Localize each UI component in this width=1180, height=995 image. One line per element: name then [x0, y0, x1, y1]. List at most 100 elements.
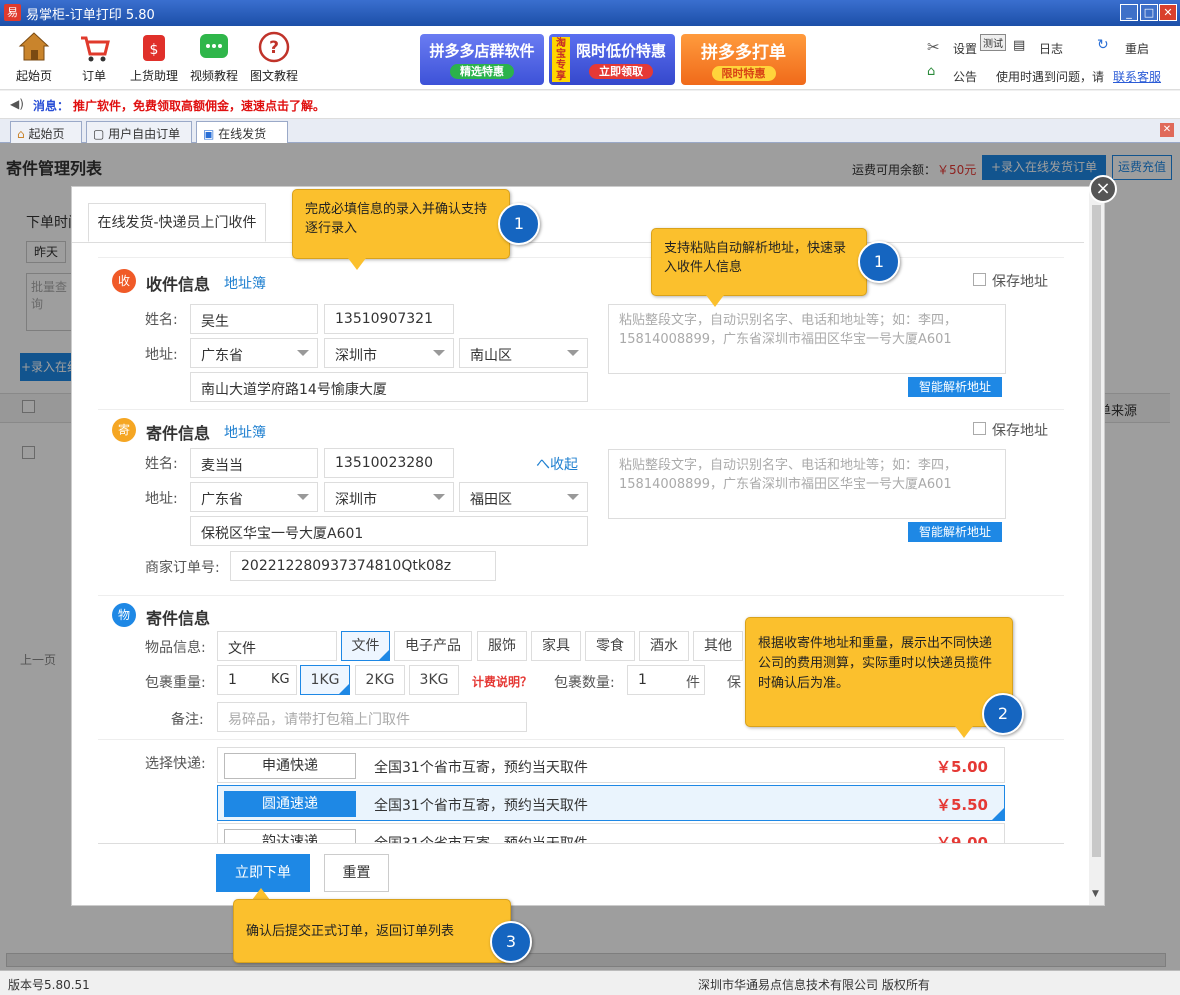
toolbar-video-tutorial[interactable]: 视频教程 — [184, 30, 244, 84]
step-badge: 1 — [858, 241, 900, 283]
divider — [98, 595, 1064, 596]
scroll-down-icon[interactable]: ▼ — [1092, 889, 1099, 899]
contact-support-link[interactable]: 联系客服 — [1113, 68, 1161, 85]
package-badge: 物 — [112, 603, 136, 627]
sender-street-input[interactable]: 保税区华宝一号大厦A601 — [190, 516, 588, 546]
submit-order-button[interactable]: 立即下单 — [216, 854, 310, 892]
sender-collapse-link[interactable]: へ收起 — [536, 454, 578, 474]
close-window-button[interactable]: ✕ — [1159, 4, 1177, 21]
courier-desc: 全国31个省市互寄，预约当天取件 — [374, 760, 588, 776]
weight-chip-1kg[interactable]: 1KG — [300, 665, 350, 695]
recipient-badge: 收 — [112, 269, 136, 293]
item-chip-electronics[interactable]: 电子产品 — [394, 631, 472, 661]
sender-badge: 寄 — [112, 418, 136, 442]
message-text[interactable]: 推广软件，免费领取高额佣金，速速点击了解。 — [73, 97, 325, 114]
item-chip-snacks[interactable]: 零食 — [585, 631, 635, 661]
sender-save-checkbox[interactable] — [973, 422, 986, 435]
status-bar: 版本号5.80.51 深圳市华通易点信息技术有限公司 版权所有 — [0, 970, 1180, 995]
notice-link[interactable]: 公告 — [953, 68, 977, 85]
fee-explanation-link[interactable]: 计费说明？ — [472, 673, 532, 690]
item-chip-clothing[interactable]: 服饰 — [477, 631, 527, 661]
divider — [98, 409, 1064, 410]
item-chip-other[interactable]: 其他 — [693, 631, 743, 661]
modal-tab-courier-pickup[interactable]: 在线发货-快递员上门收件 — [88, 203, 266, 242]
toolbar-orders-label: 订单 — [81, 69, 106, 83]
recipient-city-value: 深圳市 — [335, 348, 377, 364]
toolbar-home[interactable]: 起始页 — [4, 30, 64, 84]
toolbar-orders[interactable]: 订单 — [64, 30, 124, 84]
courier-option-selected[interactable]: 圆通速递 全国31个省市互寄，预约当天取件 ￥5.50 — [217, 785, 1005, 821]
recipient-district-select[interactable]: 南山区 — [459, 338, 588, 368]
toolbar-text-tutorial[interactable]: ? 图文教程 — [244, 30, 304, 84]
banner-pdd-group[interactable]: 拼多多店群软件 精选特惠 — [420, 34, 544, 85]
speaker-icon: ◀) — [10, 97, 24, 111]
restart-link[interactable]: 重启 — [1125, 40, 1149, 57]
title-bar: 易 易掌柜-订单打印 5.80 _ □ ✕ — [0, 0, 1180, 26]
callout-tail — [955, 726, 973, 738]
recipient-district-value: 南山区 — [470, 348, 512, 364]
settings-link[interactable]: 设置 — [953, 40, 977, 57]
scrollbar-thumb[interactable] — [1092, 205, 1101, 857]
callout-paste-parse: 支持粘贴自动解析地址，快速录入收件人信息 — [651, 228, 867, 296]
tab-bar: ⌂ 起始页 ▢ 用户自由订单 ▣ 在线发货 ✕ — [0, 119, 1180, 143]
version-text: 版本号5.80.51 — [8, 978, 90, 992]
sender-address-book-link[interactable]: 地址簿 — [224, 422, 266, 442]
sender-province-select[interactable]: 广东省 — [190, 482, 318, 512]
item-info-label: 物品信息: — [145, 640, 206, 656]
message-label: 消息： — [33, 99, 70, 113]
recipient-address-book-link[interactable]: 地址簿 — [224, 273, 266, 293]
weight-chip-3kg[interactable]: 3KG — [409, 665, 459, 695]
callout-tail — [706, 295, 724, 307]
log-link[interactable]: 日志 — [1039, 40, 1063, 57]
close-modal-button[interactable]: × — [1089, 175, 1117, 203]
remark-input[interactable]: 易碎品，请带打包箱上门取件 — [217, 702, 527, 732]
courier-option[interactable]: 韵达速递 全国31个省市互寄，预约当天取件 ￥9.00 — [217, 823, 1005, 843]
recipient-street-input[interactable]: 南山大道学府路14号愉康大厦 — [190, 372, 588, 402]
banner-taobao-sale[interactable]: 淘宝专享 限时低价特惠 立即领取 — [549, 34, 675, 85]
item-chip-document[interactable]: 文件 — [341, 631, 390, 661]
merchant-order-no-input[interactable]: 202212280937374810Qtk08z — [230, 551, 496, 581]
cart-icon — [77, 30, 111, 64]
step-badge: 1 — [498, 203, 540, 245]
minimize-button[interactable]: _ — [1120, 4, 1138, 21]
recipient-parse-address-button[interactable]: 智能解析地址 — [908, 377, 1002, 397]
recipient-province-select[interactable]: 广东省 — [190, 338, 318, 368]
tab-free-orders-label: 用户自由订单 — [108, 127, 181, 141]
recipient-name-input[interactable]: 吴生 — [190, 304, 318, 334]
item-chip-liquor[interactable]: 酒水 — [639, 631, 689, 661]
sender-name-input[interactable]: 麦当当 — [190, 448, 318, 478]
courier-desc: 全国31个省市互寄，预约当天取件 — [374, 798, 588, 814]
item-info-input[interactable]: 文件 — [217, 631, 337, 661]
recipient-phone-input[interactable]: 13510907321 — [324, 304, 454, 334]
tools-icon: ✂ — [927, 38, 940, 56]
toolbar-upload-assistant-label: 上货助理 — [129, 69, 178, 83]
courier-list: 申通快递 全国31个省市互寄，预约当天取件 ￥5.00 圆通速递 全国31个省市… — [217, 747, 1007, 843]
banner-pdd-print[interactable]: 拼多多打单 限时特惠 — [681, 34, 806, 85]
weight-chip-2kg[interactable]: 2KG — [355, 665, 405, 695]
test-badge[interactable]: 测试 — [980, 34, 1006, 51]
tab-free-orders[interactable]: ▢ 用户自由订单 — [86, 121, 192, 143]
chevron-down-icon — [567, 350, 579, 356]
recipient-save-label: 保存地址 — [992, 274, 1048, 290]
sender-parse-address-button[interactable]: 智能解析地址 — [908, 522, 1002, 542]
maximize-button[interactable]: □ — [1140, 4, 1158, 21]
recipient-paste-textarea[interactable]: 粘贴整段文字，自动识别名字、电话和地址等；如：李四，15814008899，广东… — [608, 304, 1006, 374]
sender-phone-input[interactable]: 13510023280 — [324, 448, 454, 478]
tab-online-shipping[interactable]: ▣ 在线发货 — [196, 121, 288, 143]
courier-option[interactable]: 申通快递 全国31个省市互寄，预约当天取件 ￥5.00 — [217, 747, 1005, 783]
copyright-text: 深圳市华通易点信息技术有限公司 版权所有 — [698, 978, 930, 992]
close-tab-icon[interactable]: ✕ — [1160, 123, 1174, 137]
tab-home[interactable]: ⌂ 起始页 — [10, 121, 82, 143]
sender-district-select[interactable]: 福田区 — [459, 482, 588, 512]
toolbar-upload-assistant[interactable]: $ 上货助理 — [124, 30, 184, 84]
item-chip-furniture[interactable]: 家具 — [531, 631, 581, 661]
recipient-save-checkbox[interactable] — [973, 273, 986, 286]
document-icon: ▢ — [93, 127, 105, 141]
modal-scrollbar[interactable]: ▼ — [1089, 187, 1104, 905]
sender-city-select[interactable]: 深圳市 — [324, 482, 454, 512]
recipient-city-select[interactable]: 深圳市 — [324, 338, 454, 368]
sender-paste-textarea[interactable]: 粘贴整段文字，自动识别名字、电话和地址等；如：李四，15814008899，广东… — [608, 449, 1006, 519]
courier-name: 韵达速递 — [224, 829, 356, 843]
reset-button[interactable]: 重置 — [324, 854, 389, 892]
help-text: 使用时遇到问题，请 — [996, 70, 1105, 84]
